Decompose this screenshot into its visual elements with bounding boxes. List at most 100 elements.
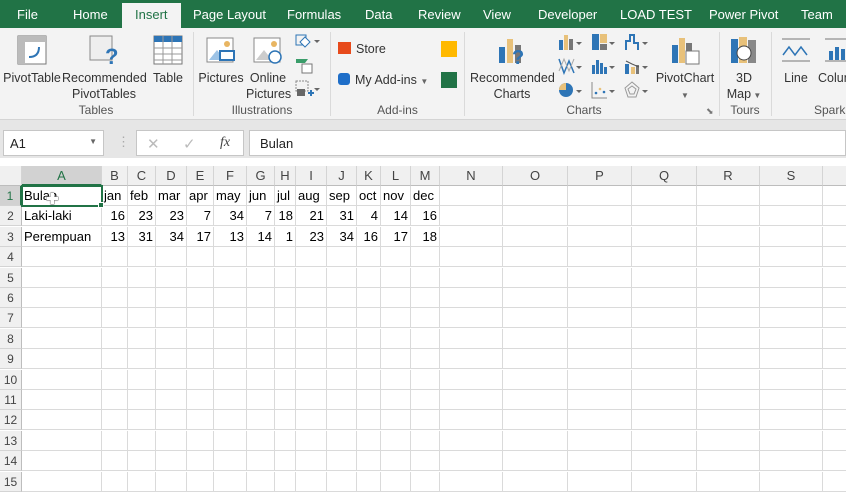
cell-J14[interactable] bbox=[327, 451, 357, 472]
cell-N6[interactable] bbox=[440, 288, 503, 308]
cell-H13[interactable] bbox=[275, 430, 296, 451]
cell-F15[interactable] bbox=[214, 471, 247, 492]
cell-L6[interactable] bbox=[381, 288, 411, 308]
cell-P4[interactable] bbox=[568, 247, 632, 268]
cell-I11[interactable] bbox=[296, 390, 327, 410]
cell-E14[interactable] bbox=[187, 451, 214, 472]
cell-B13[interactable] bbox=[102, 430, 128, 451]
pie-chart-icon[interactable] bbox=[558, 81, 584, 99]
cell-F9[interactable] bbox=[214, 349, 247, 370]
cell-T7[interactable] bbox=[823, 308, 846, 329]
row-header-15[interactable]: 15 bbox=[0, 471, 22, 492]
cell-M5[interactable] bbox=[411, 267, 440, 288]
cell-K9[interactable] bbox=[357, 349, 381, 370]
cell-K15[interactable] bbox=[357, 471, 381, 492]
cell-R7[interactable] bbox=[697, 308, 760, 329]
cell-H5[interactable] bbox=[275, 267, 296, 288]
cell-L10[interactable] bbox=[381, 369, 411, 390]
cell-S9[interactable] bbox=[760, 349, 823, 370]
cell-B15[interactable] bbox=[102, 471, 128, 492]
cell-C11[interactable] bbox=[128, 390, 156, 410]
cell-P9[interactable] bbox=[568, 349, 632, 370]
cell-D10[interactable] bbox=[156, 369, 187, 390]
tab-formulas[interactable]: Formulas bbox=[287, 0, 341, 28]
column-header-J[interactable]: J bbox=[327, 166, 357, 186]
cell-J15[interactable] bbox=[327, 471, 357, 492]
cell-K8[interactable] bbox=[357, 328, 381, 349]
cell-D1[interactable]: mar bbox=[156, 186, 187, 206]
scatter-chart-icon[interactable] bbox=[591, 81, 617, 99]
cell-H8[interactable] bbox=[275, 328, 296, 349]
cell-Q5[interactable] bbox=[632, 267, 697, 288]
fill-handle[interactable] bbox=[98, 202, 104, 208]
cell-R12[interactable] bbox=[697, 410, 760, 431]
cell-T5[interactable] bbox=[823, 268, 846, 288]
cell-N5[interactable] bbox=[440, 267, 503, 288]
cell-T14[interactable] bbox=[823, 451, 846, 472]
table-button[interactable]: Table bbox=[150, 32, 186, 86]
cell-O4[interactable] bbox=[503, 247, 568, 268]
column-header-M[interactable]: M bbox=[411, 166, 440, 186]
cell-L7[interactable] bbox=[381, 308, 411, 329]
row-header-3[interactable]: 3 bbox=[0, 226, 22, 247]
cell-D2[interactable]: 23 bbox=[156, 206, 187, 227]
cell-O3[interactable] bbox=[503, 226, 568, 247]
recommended-pivottables-button[interactable]: ? Recommended PivotTables bbox=[62, 32, 147, 102]
cell-J12[interactable] bbox=[327, 410, 357, 431]
cell-D14[interactable] bbox=[156, 451, 187, 472]
cell-J11[interactable] bbox=[327, 390, 357, 410]
cell-L2[interactable]: 14 bbox=[381, 206, 411, 227]
cell-P8[interactable] bbox=[568, 328, 632, 349]
cell-N1[interactable] bbox=[440, 186, 503, 206]
cell-M12[interactable] bbox=[411, 410, 440, 431]
cell-H1[interactable]: jul bbox=[275, 186, 296, 206]
cell-N7[interactable] bbox=[440, 308, 503, 329]
cell-R2[interactable] bbox=[697, 206, 760, 227]
cell-S13[interactable] bbox=[760, 430, 823, 451]
cell-B8[interactable] bbox=[102, 328, 128, 349]
cell-N9[interactable] bbox=[440, 349, 503, 370]
cell-C8[interactable] bbox=[128, 328, 156, 349]
chevron-down-icon[interactable]: ▼ bbox=[89, 137, 97, 146]
cell-S11[interactable] bbox=[760, 390, 823, 410]
cell-G7[interactable] bbox=[247, 308, 275, 329]
hierarchy-chart-icon[interactable] bbox=[591, 33, 617, 51]
cell-M13[interactable] bbox=[411, 430, 440, 451]
column-header-D[interactable]: D bbox=[156, 166, 187, 186]
row-header-6[interactable]: 6 bbox=[0, 288, 22, 308]
cell-P10[interactable] bbox=[568, 369, 632, 390]
cell-F11[interactable] bbox=[214, 390, 247, 410]
column-header-L[interactable]: L bbox=[381, 166, 411, 186]
tab-data[interactable]: Data bbox=[365, 0, 392, 28]
tab-power-pivot[interactable]: Power Pivot bbox=[709, 0, 778, 28]
cell-I13[interactable] bbox=[296, 430, 327, 451]
cell-T2[interactable] bbox=[823, 206, 846, 227]
column-header-S[interactable]: S bbox=[760, 166, 823, 186]
cell-R15[interactable] bbox=[697, 471, 760, 492]
cell-T1[interactable] bbox=[823, 186, 846, 206]
row-header-7[interactable]: 7 bbox=[0, 308, 22, 329]
cell-E3[interactable]: 17 bbox=[187, 226, 214, 247]
cell-I14[interactable] bbox=[296, 451, 327, 472]
cell-Q10[interactable] bbox=[632, 369, 697, 390]
column-header-G[interactable]: G bbox=[247, 166, 275, 186]
cell-M11[interactable] bbox=[411, 390, 440, 410]
cell-A14[interactable] bbox=[22, 451, 102, 472]
cell-H14[interactable] bbox=[275, 451, 296, 472]
cell-S1[interactable] bbox=[760, 186, 823, 206]
cell-G8[interactable] bbox=[247, 328, 275, 349]
column-header-T[interactable]: T bbox=[823, 166, 846, 186]
cell-G6[interactable] bbox=[247, 288, 275, 308]
cell-K5[interactable] bbox=[357, 267, 381, 288]
cell-K4[interactable] bbox=[357, 247, 381, 268]
column-header-N[interactable]: N bbox=[440, 166, 503, 186]
cell-M15[interactable] bbox=[411, 471, 440, 492]
cell-N3[interactable] bbox=[440, 226, 503, 247]
cell-Q9[interactable] bbox=[632, 349, 697, 370]
cell-R3[interactable] bbox=[697, 226, 760, 247]
cell-J6[interactable] bbox=[327, 288, 357, 308]
cell-O8[interactable] bbox=[503, 328, 568, 349]
cell-P1[interactable] bbox=[568, 186, 632, 206]
cell-Q2[interactable] bbox=[632, 206, 697, 227]
cell-E9[interactable] bbox=[187, 349, 214, 370]
